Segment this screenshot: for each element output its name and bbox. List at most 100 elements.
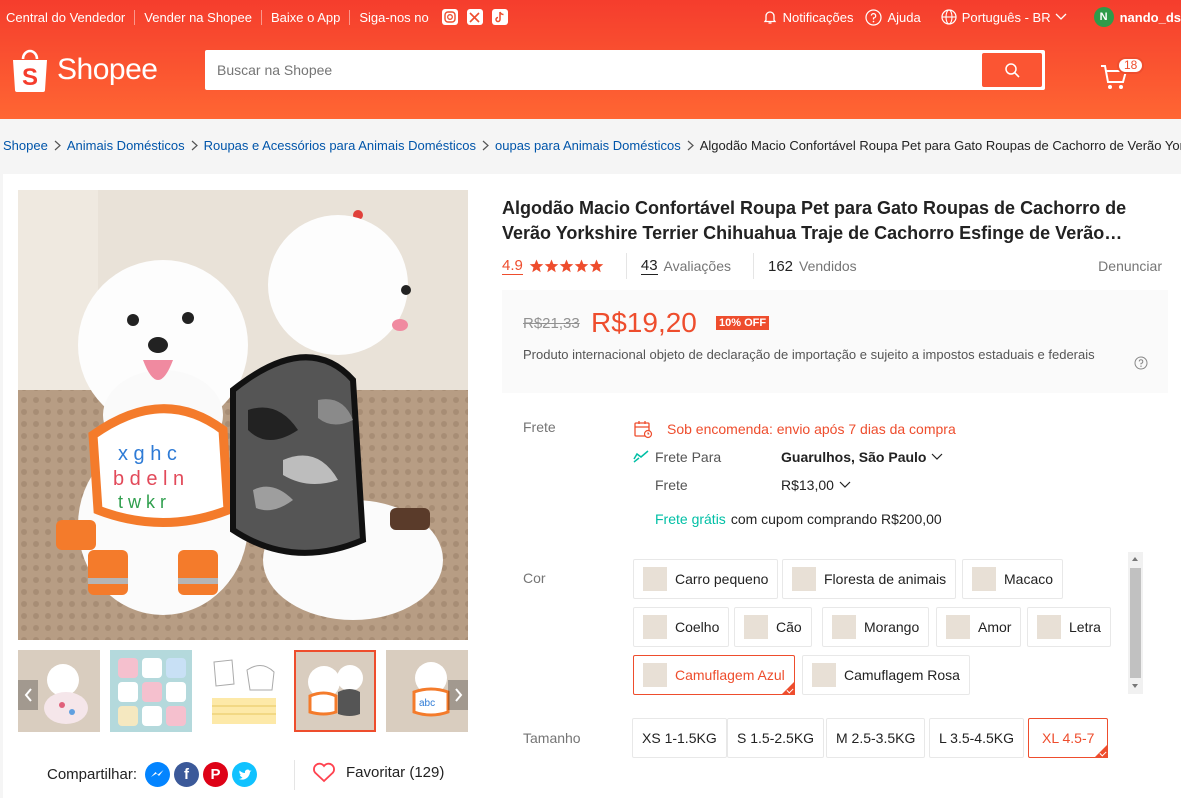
thumbnail-prev-button[interactable] <box>18 680 38 710</box>
cart-button[interactable]: 18 <box>1100 57 1145 94</box>
x-twitter-icon[interactable] <box>466 9 483 25</box>
follow-us-label: Siga-nos no <box>359 9 429 25</box>
color-option-cao[interactable]: Cão <box>734 607 812 647</box>
help-circle-icon <box>865 8 883 26</box>
favorite-button[interactable]: Favoritar (129) <box>312 762 444 783</box>
shipping-fee-label: Frete <box>655 477 688 493</box>
color-option-floresta-de-animais[interactable]: Floresta de animais <box>782 559 957 599</box>
help-circle-icon[interactable] <box>1134 356 1148 373</box>
twitter-icon[interactable] <box>232 762 258 787</box>
option-thumbnail <box>643 615 667 639</box>
chevron-right-icon <box>191 140 198 151</box>
free-shipping-condition: com cupom comprando R$200,00 <box>730 511 942 527</box>
ship-to-location-selector[interactable]: Guarulhos, São Paulo <box>781 449 943 465</box>
svg-text:b d e l n: b d e l n <box>113 468 184 490</box>
thumbnail-2[interactable] <box>110 650 192 732</box>
preorder-text: Sob encomenda: envio após 7 dias da comp… <box>667 421 956 437</box>
cart-count-badge: 18 <box>1117 57 1145 74</box>
option-label: S 1.5-2.5KG <box>737 730 815 746</box>
breadcrumb-link-pets[interactable]: Animais Domésticos <box>67 138 185 153</box>
username: nando_ds <box>1119 9 1181 25</box>
star-icon <box>574 259 589 273</box>
color-option-carro-pequeno[interactable]: Carro pequeno <box>633 559 779 599</box>
shipping-label: Frete <box>523 419 556 435</box>
scroll-down-arrow-icon[interactable] <box>1132 684 1138 688</box>
thumbnail-strip: abc <box>18 650 468 732</box>
scrollbar-thumb[interactable] <box>1130 568 1141 678</box>
color-option-coelho[interactable]: Coelho <box>633 607 730 647</box>
user-menu[interactable]: N nando_ds <box>1093 7 1181 27</box>
product-title: Algodão Macio Confortável Roupa Pet para… <box>502 198 1127 243</box>
size-option-l[interactable]: L 3.5-4.5KG <box>929 718 1024 758</box>
price-box: R$21,33 R$19,20 10% OFF Produto internac… <box>502 290 1168 393</box>
scroll-up-arrow-icon[interactable] <box>1132 557 1138 561</box>
thumbnail-4[interactable] <box>294 650 376 732</box>
search-icon <box>1004 62 1020 78</box>
pinterest-icon[interactable]: P <box>203 762 229 787</box>
sold-count: 162 <box>768 257 794 275</box>
option-thumbnail <box>946 615 970 639</box>
notifications-link[interactable]: Notificações <box>762 9 853 25</box>
breadcrumb-link-home[interactable]: Shopee <box>3 138 48 153</box>
color-label: Cor <box>523 570 546 586</box>
thumbnail-3[interactable] <box>202 650 284 732</box>
search-bar <box>205 50 1045 90</box>
download-app-link[interactable]: Baixe o App <box>262 9 351 25</box>
help-link[interactable]: Ajuda <box>865 8 921 26</box>
color-option-amor[interactable]: Amor <box>936 607 1022 647</box>
product-main-image[interactable]: x g h c b d e l n t w k r <box>18 190 468 640</box>
color-option-letra[interactable]: Letra <box>1027 607 1111 647</box>
shipping-fee-selector[interactable]: R$13,00 <box>781 477 851 493</box>
truck-icon <box>633 450 649 463</box>
option-label: XL 4.5-7 <box>1042 730 1095 746</box>
option-thumbnail <box>1037 615 1061 639</box>
instagram-icon[interactable] <box>441 9 458 25</box>
breadcrumb-link-pet-clothing[interactable]: Roupas e Acessórios para Animais Domésti… <box>204 138 476 153</box>
svg-text:abc: abc <box>419 698 435 709</box>
color-option-morango[interactable]: Morango <box>822 607 930 647</box>
option-label: Amor <box>978 619 1012 635</box>
share-label: Compartilhar: <box>47 766 138 783</box>
star-icon <box>589 259 604 273</box>
size-option-s[interactable]: S 1.5-2.5KG <box>727 718 825 758</box>
current-price: R$19,20 <box>591 307 697 338</box>
messenger-icon[interactable] <box>145 762 171 787</box>
size-option-m[interactable]: M 2.5-3.5KG <box>826 718 926 758</box>
svg-text:x g h c: x g h c <box>118 443 177 465</box>
search-button[interactable] <box>982 53 1042 87</box>
option-label: Cão <box>776 619 802 635</box>
tiktok-icon[interactable] <box>491 9 508 25</box>
star-icon <box>559 259 574 273</box>
globe-icon <box>941 9 957 25</box>
option-label: Coelho <box>675 619 720 635</box>
option-label: Floresta de animais <box>824 571 947 587</box>
seller-center-link[interactable]: Central do Vendedor <box>6 9 136 25</box>
facebook-icon[interactable]: f <box>174 762 200 787</box>
breadcrumb-link-pet-clothes[interactable]: oupas para Animais Domésticos <box>495 138 681 153</box>
report-button[interactable]: Denunciar <box>1098 258 1162 274</box>
reviews-count[interactable]: 43 <box>640 257 658 275</box>
shopee-logo[interactable]: S Shopee <box>10 47 158 93</box>
star-icon <box>544 259 559 273</box>
chevron-right-icon <box>687 140 694 151</box>
option-label: XS 1-1.5KG <box>642 730 717 746</box>
rating-score[interactable]: 4.9 <box>502 257 523 275</box>
search-input[interactable] <box>217 59 977 81</box>
size-option-xs[interactable]: XS 1-1.5KG <box>632 718 727 758</box>
help-label: Ajuda <box>887 9 921 25</box>
option-label: M 2.5-3.5KG <box>836 730 916 746</box>
color-option-camuflagem-azul[interactable]: Camuflagem Azul <box>633 655 795 695</box>
size-label: Tamanho <box>523 730 581 746</box>
language-selector[interactable]: Português - BR <box>941 9 1072 25</box>
option-label: Carro pequeno <box>675 571 769 587</box>
selected-check-icon <box>1094 744 1109 758</box>
sell-on-shopee-link[interactable]: Vender na Shopee <box>135 9 262 25</box>
svg-text:t w k r: t w k r <box>118 492 166 512</box>
sold-label: Vendidos <box>799 258 857 274</box>
color-options-scrollbar[interactable] <box>1128 552 1143 694</box>
size-option-xl[interactable]: XL 4.5-7 <box>1028 718 1109 758</box>
shopping-bag-logo-icon: S <box>10 47 50 93</box>
color-option-macaco[interactable]: Macaco <box>962 559 1064 599</box>
thumbnail-next-button[interactable] <box>448 680 468 710</box>
color-option-camuflagem-rosa[interactable]: Camuflagem Rosa <box>802 655 970 695</box>
